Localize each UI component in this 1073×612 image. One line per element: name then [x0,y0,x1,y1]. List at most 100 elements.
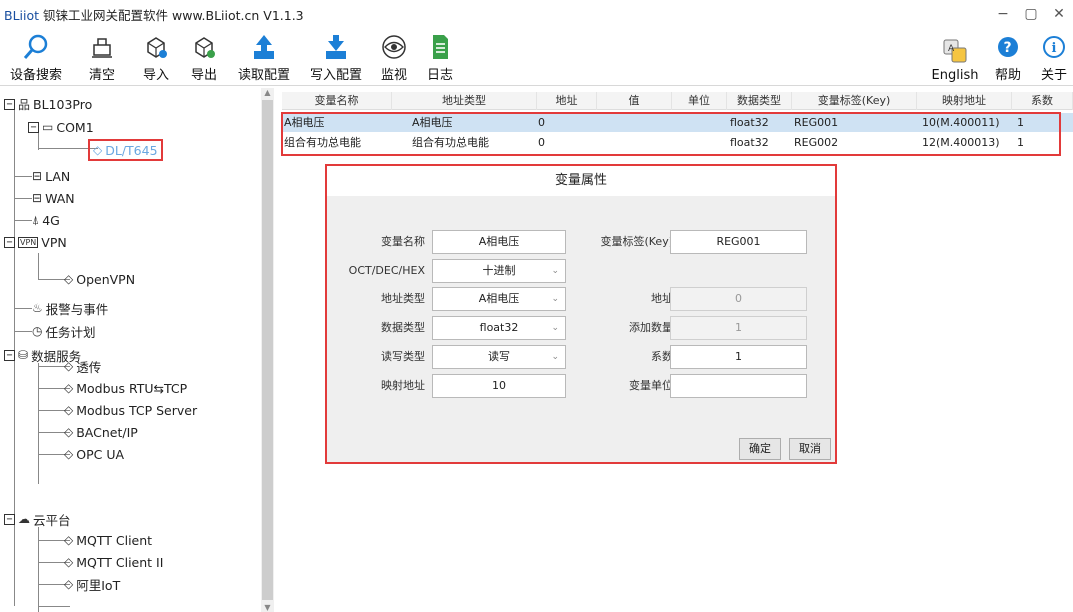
scroll-up-icon[interactable]: ▲ [261,88,274,97]
tree-item-lan[interactable]: ⊟ LAN [32,166,70,186]
document-icon [426,33,454,61]
device-search-button[interactable]: 设备搜索 [4,28,68,86]
svg-text:A: A [948,44,955,54]
tree-item-opcua[interactable]: ◇ OPC UA [64,444,124,464]
add-count-input: 1 [670,316,807,340]
tree-item-root[interactable]: − 品 BL103Pro [4,94,92,114]
collapse-icon[interactable]: − [4,236,15,248]
about-button[interactable]: i 关于 [1036,28,1072,86]
unit-input[interactable] [670,374,807,398]
export-button[interactable]: 导出 [184,28,224,86]
tree-item-dlt645[interactable]: ◇ DL/T645 [88,139,163,161]
coef-input[interactable]: 1 [670,345,807,369]
column-header[interactable]: 变量名称 [282,92,392,110]
cancel-button[interactable]: 取消 [789,438,831,460]
cube-import-icon [142,33,170,61]
tree-scrollbar[interactable]: ▲ ▼ [261,88,274,612]
tree-item-com1[interactable]: − ▭ COM1 [28,117,94,137]
protocol-icon: ◇ [64,533,74,547]
key-input[interactable]: REG001 [670,230,807,254]
collapse-icon[interactable]: − [4,513,15,525]
radix-label: OCT/DEC/HEX [348,264,425,277]
column-header[interactable]: 地址类型 [392,92,537,110]
collapse-icon[interactable]: − [4,349,15,361]
read-config-button[interactable]: 读取配置 [232,28,296,86]
tree-item-wan[interactable]: ⊟ WAN [32,188,75,208]
device-tree: − 品 BL103Pro − ▭ COM1 ◇ DL/T645 ⊟ LAN ⊟ … [4,88,274,612]
protocol-icon: ◇ [64,381,74,395]
title-bar: BLiiot 钡铼工业网关配置软件 www.BLiiot.cn V1.1.3 −… [0,0,1073,28]
rw-type-select[interactable]: 读写 ⌄ [432,345,566,369]
column-header[interactable]: 映射地址 [917,92,1012,110]
chevron-down-icon: ⌄ [551,294,559,304]
ok-button[interactable]: 确定 [739,438,781,460]
column-header[interactable]: 地址 [537,92,597,110]
tree-item-openvpn[interactable]: ◇ OpenVPN [64,269,135,289]
rw-type-label: 读写类型 [381,350,425,363]
tree-item-modbus-tcp-server[interactable]: ◇ Modbus TCP Server [64,400,197,420]
minimize-button[interactable]: − [989,6,1017,22]
tree-item-transparent[interactable]: ◇ 透传 [64,356,101,376]
protocol-icon: ◇ [64,359,74,373]
var-name-input[interactable]: A相电压 [432,230,566,254]
tree-item-modbus-rtu-tcp[interactable]: ◇ Modbus RTU⇆TCP [64,378,187,398]
column-header[interactable]: 数据类型 [727,92,792,110]
column-header[interactable]: 系数 [1012,92,1073,110]
maximize-button[interactable]: ▢ [1017,6,1045,22]
wan-port-icon: ⊟ [32,191,43,205]
cube-export-icon [190,33,218,61]
addr-input: 0 [670,287,807,311]
data-type-label: 数据类型 [381,321,425,334]
translate-icon: A [941,37,969,65]
window-title: BLiiot 钡铼工业网关配置软件 www.BLiiot.cn V1.1.3 [4,7,304,23]
data-type-select[interactable]: float32 ⌄ [432,316,566,340]
cloud-icon: ☁ [18,512,30,526]
map-addr-input[interactable]: 10 [432,374,566,398]
table-row[interactable]: A相电压 A相电压 0 float32 REG001 10(M.400011) … [282,113,1073,132]
tree-item-vpn[interactable]: − VPN VPN [4,232,67,252]
protocol-icon: ◇ [64,403,74,417]
protocol-icon: ◇ [93,143,103,157]
radix-select[interactable]: 十进制 ⌄ [432,259,566,283]
write-config-button[interactable]: 写入配置 [304,28,368,86]
monitor-button[interactable]: 监视 [374,28,414,86]
column-header[interactable]: 变量标签(Key) [792,92,917,110]
map-addr-label: 映射地址 [381,379,425,392]
collapse-icon[interactable]: − [28,121,39,133]
tree-item-4g[interactable]: ⍋ 4G [32,210,60,230]
tree-item-mqtt2[interactable]: ◇ MQTT Client II [64,552,163,572]
download-arrow-icon [322,33,350,61]
help-button[interactable]: ? 帮助 [990,28,1026,86]
alarm-icon: ♨ [32,301,43,315]
table-row[interactable]: 组合有功总电能 组合有功总电能 0 float32 REG002 12(M.40… [282,133,1073,152]
grid-header: 变量名称 地址类型 地址 值 单位 数据类型 变量标签(Key) 映射地址 系数 [282,92,1073,110]
tree-item-bacnet[interactable]: ◇ BACnet/IP [64,422,138,442]
network-icon: 品 [18,97,31,112]
var-name-label: 变量名称 [381,235,425,248]
tree-item-mqtt1[interactable]: ◇ MQTT Client [64,530,152,550]
tree-item-aliyun[interactable]: ◇ 阿里IoT [64,574,120,594]
tree-item-cloud[interactable]: − ☁ 云平台 [4,509,71,529]
protocol-icon: ◇ [64,577,74,591]
collapse-icon[interactable]: − [4,98,15,110]
english-button[interactable]: A English [924,28,986,86]
addr-type-select[interactable]: A相电压 ⌄ [432,287,566,311]
variable-properties-dialog: 变量属性 变量名称 A相电压 变量标签(Key) REG001 OCT/DEC/… [325,164,837,464]
eye-icon [380,33,408,61]
tree-item-alarm[interactable]: ♨ 报警与事件 [32,298,108,318]
database-icon: ⛁ [18,348,29,362]
scroll-thumb[interactable] [262,100,273,600]
column-header[interactable]: 单位 [672,92,727,110]
toolbar: 设备搜索 清空 导入 导出 读取配置 写入配置 监视 日志 A English … [0,28,1073,86]
upload-arrow-icon [250,33,278,61]
scroll-down-icon[interactable]: ▼ [261,603,274,612]
eraser-icon [88,33,116,61]
close-button[interactable]: ✕ [1045,6,1073,22]
column-header[interactable]: 值 [597,92,672,110]
clear-button[interactable]: 清空 [82,28,122,86]
import-button[interactable]: 导入 [136,28,176,86]
log-button[interactable]: 日志 [420,28,460,86]
add-count-label: 添加数量 [629,321,673,334]
tree-item-task[interactable]: ◷ 任务计划 [32,321,96,341]
addr-label: 地址 [651,292,673,305]
